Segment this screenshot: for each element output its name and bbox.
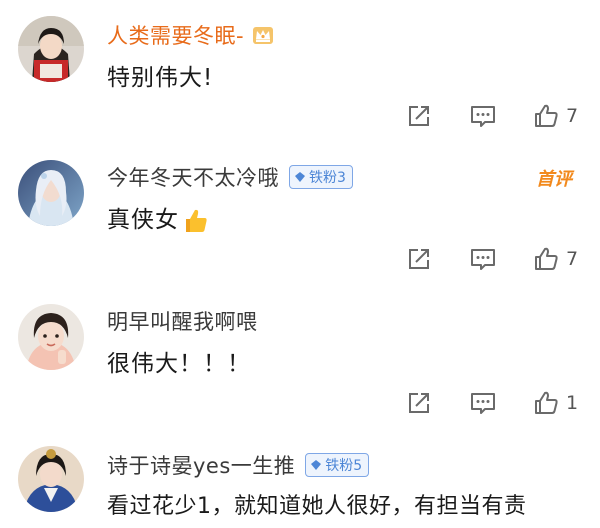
comment-feed: 人类需要冬眠- 特别伟大! 7 今年冬天不太冷哦 铁粉3 首评 真侠女 7 明早… — [0, 0, 600, 528]
diamond-icon — [311, 460, 322, 470]
avatar[interactable] — [18, 160, 84, 226]
thumbs-up-icon — [535, 391, 558, 414]
comment-text: 很伟大！！！ — [107, 351, 251, 377]
reply-button[interactable] — [468, 241, 498, 277]
comment-icon — [471, 393, 495, 414]
thumbs-up-icon — [535, 104, 558, 127]
thumbs-up-emoji-icon — [186, 209, 207, 232]
comment-text: 真侠女 — [107, 200, 209, 235]
username-row: 诗于诗晏yes一生推 铁粉5 — [107, 450, 370, 480]
share-icon — [409, 249, 429, 269]
like-count: 7 — [566, 105, 579, 127]
like-button[interactable]: 1 — [532, 385, 578, 421]
comment-text-body: 真侠女 — [107, 207, 179, 233]
first-comment-tag: 首评 — [536, 169, 572, 190]
fan-badge-label: 铁粉5 — [325, 458, 363, 474]
vip-crown-icon — [253, 27, 274, 44]
like-count: 7 — [566, 248, 579, 270]
username-row: 明早叫醒我啊喂 — [107, 306, 258, 336]
share-button[interactable] — [405, 241, 433, 277]
comment-icon — [471, 106, 495, 127]
comment-text: 看过花少1，就知道她人很好，有担当有责 — [107, 494, 527, 519]
like-button[interactable]: 7 — [532, 98, 578, 134]
username-row: 今年冬天不太冷哦 铁粉3 — [107, 162, 353, 192]
fan-badge: 铁粉5 — [305, 453, 370, 477]
username[interactable]: 人类需要冬眠- — [107, 20, 244, 50]
share-icon — [409, 393, 429, 413]
share-button[interactable] — [405, 385, 433, 421]
username[interactable]: 今年冬天不太冷哦 — [107, 162, 279, 192]
fan-badge: 铁粉3 — [289, 165, 353, 189]
diamond-icon — [295, 172, 305, 182]
comment-actions: 7 — [0, 98, 600, 134]
like-count: 1 — [566, 392, 579, 414]
share-icon — [409, 106, 429, 126]
comment-icon — [471, 249, 495, 270]
share-button[interactable] — [405, 98, 433, 134]
avatar[interactable] — [18, 304, 84, 370]
username-row: 人类需要冬眠- — [107, 20, 274, 50]
reply-button[interactable] — [468, 98, 498, 134]
username[interactable]: 明早叫醒我啊喂 — [107, 306, 258, 336]
fan-badge-label: 铁粉3 — [309, 170, 346, 186]
thumbs-up-icon — [535, 247, 558, 270]
comment-actions: 7 — [0, 241, 600, 277]
avatar[interactable] — [18, 16, 84, 82]
username[interactable]: 诗于诗晏yes一生推 — [107, 450, 295, 480]
like-button[interactable]: 7 — [532, 241, 578, 277]
avatar[interactable] — [18, 446, 84, 512]
comment-text: 特别伟大! — [107, 65, 214, 91]
reply-button[interactable] — [468, 385, 498, 421]
comment-actions: 1 — [0, 385, 600, 421]
